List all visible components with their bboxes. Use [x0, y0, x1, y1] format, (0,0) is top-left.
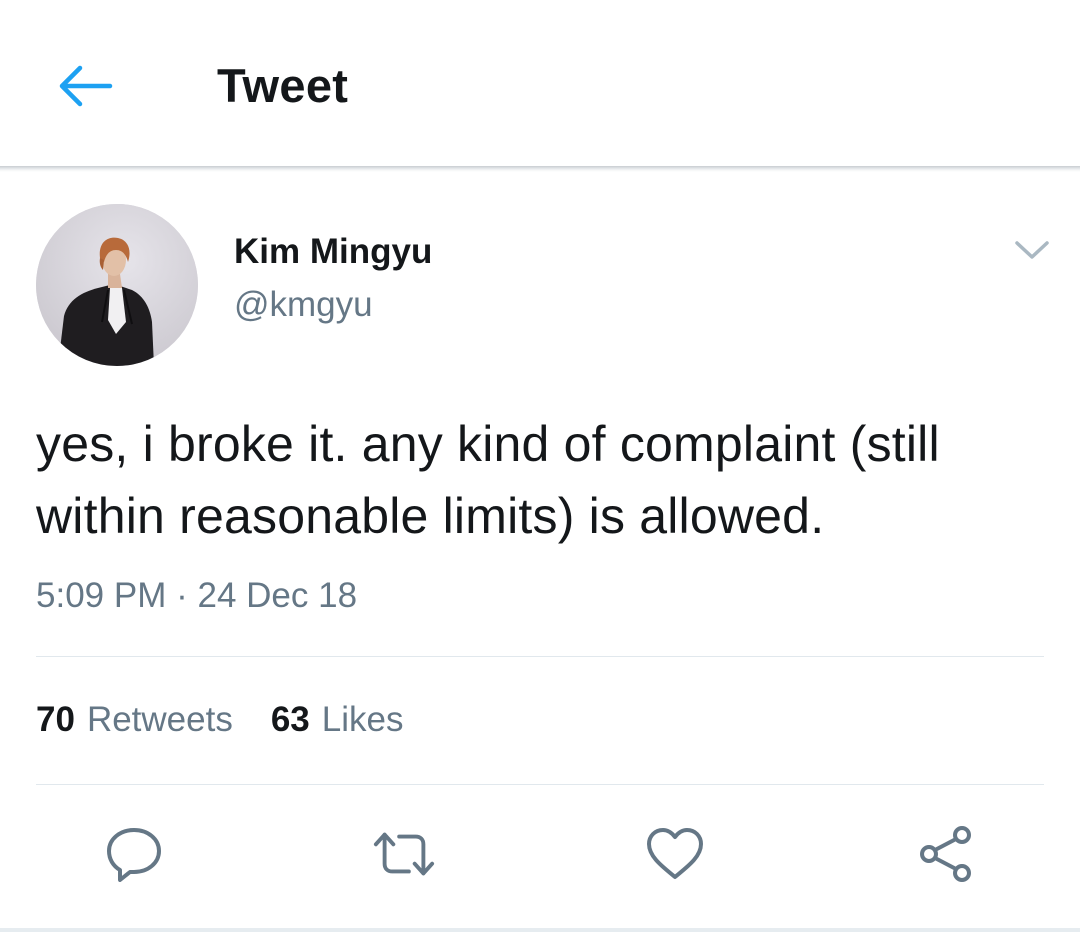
retweet-button[interactable] [372, 822, 436, 886]
app-bar-shadow [0, 166, 1080, 172]
author-name[interactable]: Kim Mingyu [234, 231, 432, 273]
tweet-timestamp: 5:09 PM · 24 Dec 18 [36, 574, 357, 618]
share-button[interactable] [914, 822, 978, 886]
tweet-time: 5:09 PM [36, 576, 167, 615]
reply-icon [107, 828, 161, 882]
back-button[interactable] [50, 56, 120, 116]
tweet-date: 24 Dec 18 [197, 576, 358, 615]
retweet-icon [373, 832, 435, 876]
share-icon [920, 826, 971, 882]
reply-button[interactable] [102, 822, 166, 886]
likes-stat[interactable]: 63 Likes [271, 698, 404, 742]
bottom-divider [0, 928, 1080, 932]
divider [36, 784, 1044, 785]
tweet-menu-button[interactable] [1008, 228, 1056, 272]
arrow-left-icon [59, 65, 113, 107]
top-app-bar: Tweet [0, 0, 1080, 168]
author-handle[interactable]: @kmgyu [234, 284, 373, 326]
retweets-label: Retweets [86, 700, 233, 739]
retweets-count: 70 [36, 700, 75, 739]
tweet-detail-screen: Tweet Kim Mingyu @kmgyu yes, i broke it.… [0, 0, 1080, 932]
heart-icon [647, 828, 703, 879]
likes-label: Likes [321, 700, 404, 739]
tweet-text: yes, i broke it. any kind of complaint (… [36, 416, 940, 544]
like-button[interactable] [643, 822, 707, 886]
chevron-down-icon [1015, 241, 1049, 259]
retweets-stat[interactable]: 70 Retweets [36, 698, 233, 742]
avatar-photo [36, 204, 198, 366]
divider [36, 656, 1044, 657]
avatar[interactable] [36, 204, 198, 366]
timestamp-separator: · [176, 576, 188, 615]
likes-count: 63 [270, 700, 310, 739]
engagement-stats: 70 Retweets 63 Likes [36, 698, 442, 742]
page-title: Tweet [217, 59, 349, 112]
